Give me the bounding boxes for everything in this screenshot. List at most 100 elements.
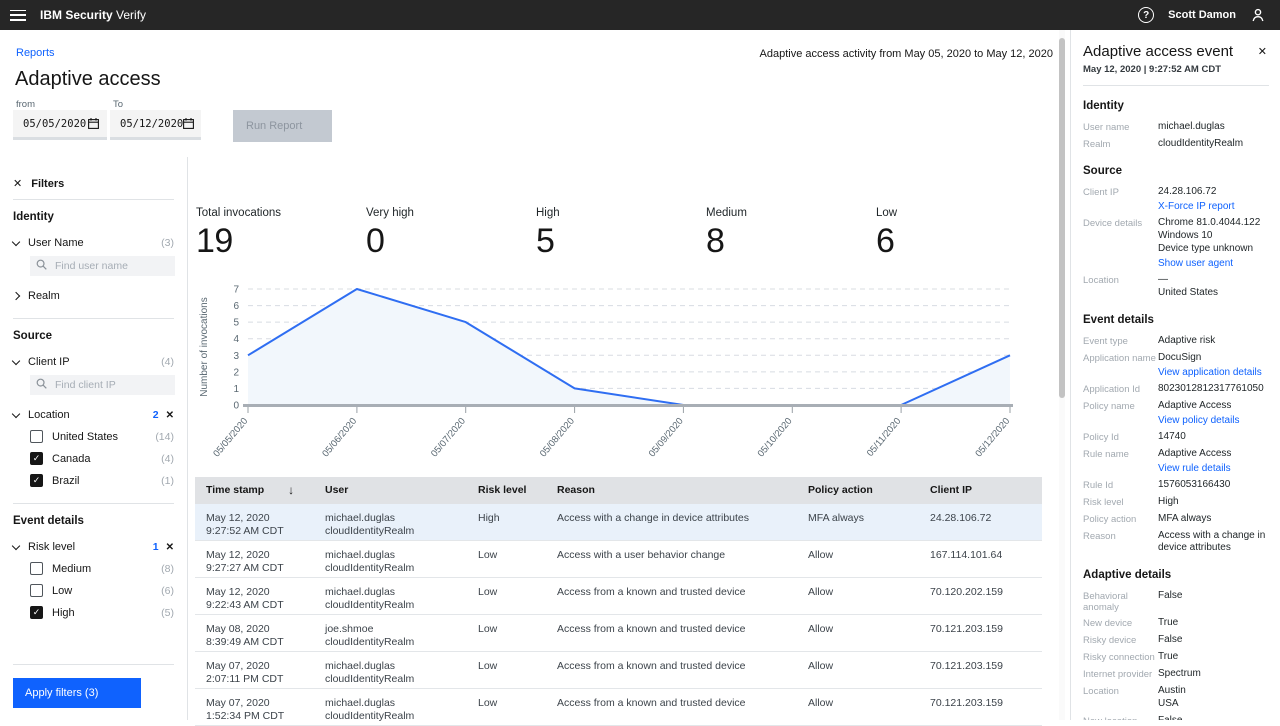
detail-value: Access with a change in device attribute… [1158,530,1266,553]
detail-row-policy-id: Policy Id 14740 [1083,431,1269,444]
user-avatar-icon[interactable] [1250,7,1266,23]
column-header-label: Reason [557,484,595,496]
filter-group-user-name[interactable]: User Name (3) [11,237,174,249]
run-report-button[interactable]: Run Report [233,110,332,142]
stat-label: Medium [706,207,747,219]
cell-line: michael.duglas [325,585,396,598]
detail-link[interactable]: View rule details [1158,463,1269,475]
cell-line: cloudIdentityRealm [325,710,415,722]
column-header-user[interactable]: User [314,477,467,504]
to-date-input[interactable]: 05/12/2020 [110,110,201,140]
cell-line: Low [478,696,498,709]
checkbox[interactable] [30,562,43,575]
table-cell: Allow [797,541,919,577]
detail-row-user-name: User name michael.duglas [1083,121,1269,134]
table-cell: Allow [797,689,919,725]
detail-link[interactable]: X-Force IP report [1158,201,1269,213]
table-cell: Low [467,578,546,614]
cell-line: May 12, 2020 [206,511,270,524]
table-row[interactable]: May 12, 2020 9:27:52 AM CDT michael.duglas… [195,503,1042,541]
checkbox[interactable] [30,430,43,443]
filters-title: Filters [31,177,65,190]
table-row[interactable]: May 08, 2020 8:39:49 AM CDT joe.shmoe cloud… [195,614,1042,652]
filter-option-brazil: ✓ Brazil (1) [30,474,174,487]
detail-link[interactable]: View application details [1158,367,1269,379]
close-filters-icon[interactable]: ✕ [13,177,22,190]
close-panel-icon[interactable]: ✕ [1256,43,1269,60]
user-name[interactable]: Scott Damon [1168,9,1236,21]
cell-line: High [478,511,500,524]
table-cell: May 08, 2020 8:39:49 AM CDT [195,615,314,651]
detail-row-risky-connection: Risky connection True [1083,651,1269,664]
filter-group-realm[interactable]: Realm [11,290,174,302]
detail-value: Adaptive Access View rule details [1158,448,1269,475]
table-cell: 70.121.203.159 [919,689,1042,725]
table-cell: 24.28.106.72 [919,504,1042,540]
table-row[interactable]: May 07, 2020 2:07:11 PM CDT michael.duglas… [195,651,1042,689]
filter-group-risk-level[interactable]: Risk level 1 ✕ [11,541,174,553]
filter-option-label: Canada [52,452,91,465]
checkbox[interactable]: ✓ [30,474,43,487]
column-header-reason[interactable]: Reason [546,477,797,504]
detail-label: Application Id [1083,384,1141,395]
table-row[interactable]: May 12, 2020 9:22:43 AM CDT michael.duglas… [195,577,1042,615]
hamburger-menu-icon[interactable] [10,9,26,21]
checkbox[interactable]: ✓ [30,452,43,465]
checkbox[interactable] [30,584,43,597]
detail-row-policy-action: Policy action MFA always [1083,513,1269,526]
filter-group-location[interactable]: Location 2 ✕ [11,409,174,421]
column-header-risk-level[interactable]: Risk level [467,477,546,504]
filter-group-client-ip[interactable]: Client IP (4) [11,356,174,368]
scrollbar-track[interactable] [1059,30,1065,720]
event-detail-panel: Adaptive access event ✕ May 12, 2020 | 9… [1070,30,1280,720]
detail-row-application-name: Application name DocuSign View application… [1083,352,1269,379]
detail-row-device-details: Device details Chrome 81.0.4044.122 Window… [1083,217,1269,270]
stat-value: 19 [196,222,233,260]
column-header-label: Client IP [930,484,973,496]
panel-section-heading: Event details [1083,314,1154,326]
detail-value: Adaptive risk [1158,335,1216,346]
table-cell: michael.duglas cloudIdentityRealm [314,689,467,725]
column-header-time-stamp[interactable]: Time stamp ↓ [195,477,314,504]
detail-row-location: Location — United States [1083,274,1269,300]
cell-line: michael.duglas [325,548,396,561]
scrollbar-thumb[interactable] [1059,38,1065,398]
table-row[interactable]: May 12, 2020 9:27:27 AM CDT michael.duglas… [195,540,1042,578]
cell-line: Low [478,622,498,635]
stat-label: Very high [366,207,414,219]
detail-label: Event type [1083,336,1128,347]
detail-link[interactable]: View policy details [1158,415,1269,427]
column-header-policy-action[interactable]: Policy action [797,477,919,504]
detail-link[interactable]: Show user agent [1158,258,1269,270]
breadcrumb[interactable]: Reports [16,47,55,59]
from-date-input[interactable]: 05/05/2020 [13,110,107,140]
filter-option-low: Low (6) [30,584,174,597]
detail-row-new-device: New device True [1083,617,1269,630]
sort-descending-icon[interactable]: ↓ [288,483,294,498]
cell-line: Access with a change in device attribute… [557,511,750,524]
calendar-icon[interactable] [88,118,99,129]
clear-filter-icon[interactable]: ✕ [166,542,174,553]
apply-filters-button[interactable]: Apply filters (3) [13,678,141,708]
calendar-icon[interactable] [183,118,195,129]
detail-value: 8023012812317761050 [1158,383,1264,394]
search-field[interactable] [30,375,175,395]
search-field[interactable] [30,256,175,276]
search-input[interactable] [53,378,169,392]
checkbox[interactable]: ✓ [30,606,43,619]
detail-label: Policy Id [1083,432,1119,443]
column-header-label: Time stamp [206,484,265,496]
search-icon [36,378,47,392]
clear-filter-icon[interactable]: ✕ [166,410,174,421]
column-header-client-ip[interactable]: Client IP [919,477,1042,504]
help-icon[interactable]: ? [1138,7,1155,23]
table-cell: 70.121.203.159 [919,652,1042,688]
detail-row-event-type: Event type Adaptive risk [1083,335,1269,348]
detail-value: False [1158,634,1183,645]
cell-line: cloudIdentityRealm [325,673,415,685]
detail-value: Austin USA [1158,685,1186,709]
chevron-down-icon [11,237,21,246]
cell-line: cloudIdentityRealm [325,599,415,611]
search-input[interactable] [53,259,169,273]
filter-option-medium: Medium (8) [30,562,174,575]
